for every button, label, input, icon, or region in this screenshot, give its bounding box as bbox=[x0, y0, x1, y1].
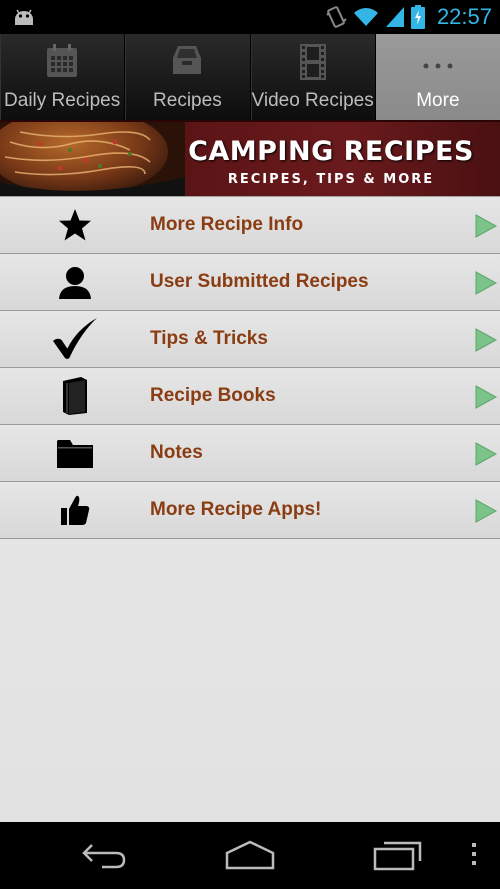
header-banner: CAMPING RECIPES RECIPES, TIPS & MORE bbox=[0, 120, 500, 198]
back-icon[interactable] bbox=[80, 839, 128, 871]
drawer-icon bbox=[173, 46, 202, 74]
menu-item-notes[interactable]: Notes bbox=[0, 425, 500, 482]
menu-item-label: Recipe Books bbox=[150, 385, 276, 406]
recent-apps-icon[interactable] bbox=[372, 839, 424, 871]
tab-recipes[interactable]: Recipes bbox=[125, 34, 251, 120]
tab-daily-recipes[interactable]: Daily Recipes bbox=[0, 34, 126, 120]
system-nav-bar bbox=[0, 822, 500, 889]
menu-item-user-submitted-recipes[interactable]: User Submitted Recipes bbox=[0, 254, 500, 311]
film-icon bbox=[299, 44, 326, 80]
menu-overflow-icon[interactable] bbox=[466, 839, 482, 871]
menu-item-label: Tips & Tricks bbox=[150, 328, 268, 349]
menu-item-label: User Submitted Recipes bbox=[150, 271, 369, 292]
clock: 22:57 bbox=[436, 4, 492, 29]
android-icon bbox=[15, 9, 33, 25]
thumbs-up-icon bbox=[52, 491, 98, 529]
menu-item-recipe-books[interactable]: Recipe Books bbox=[0, 368, 500, 425]
menu-item-more-recipe-apps[interactable]: More Recipe Apps! bbox=[0, 482, 500, 539]
banner-subtitle: RECIPES, TIPS & MORE bbox=[227, 172, 435, 187]
campfire-food-photo bbox=[0, 122, 185, 198]
signal-icon bbox=[385, 7, 404, 27]
home-icon[interactable] bbox=[224, 839, 276, 871]
tab-label: Daily Recipes bbox=[4, 90, 121, 111]
tab-label: Video Recipes bbox=[251, 90, 374, 111]
tab-label: Recipes bbox=[153, 90, 222, 111]
battery-icon bbox=[410, 5, 425, 29]
chevron-right-icon bbox=[475, 385, 497, 409]
tab-video-recipes[interactable]: Video Recipes bbox=[250, 34, 376, 120]
vibrate-icon bbox=[326, 6, 347, 28]
folder-icon bbox=[52, 434, 98, 472]
menu-item-label: Notes bbox=[150, 442, 203, 463]
status-bar: 22:57 bbox=[0, 0, 500, 34]
wifi-icon bbox=[353, 8, 378, 26]
menu-item-more-recipe-info[interactable]: More Recipe Info bbox=[0, 196, 500, 254]
chevron-right-icon bbox=[475, 442, 497, 466]
more-menu-list: More Recipe Info User Submitted Recipes … bbox=[0, 196, 500, 822]
calendar-icon bbox=[47, 44, 78, 77]
checkmark-icon bbox=[52, 317, 98, 359]
menu-item-tips-tricks[interactable]: Tips & Tricks bbox=[0, 311, 500, 368]
banner-title: CAMPING RECIPES bbox=[188, 136, 474, 167]
user-icon bbox=[52, 263, 98, 301]
menu-item-label: More Recipe Apps! bbox=[150, 499, 322, 520]
chevron-right-icon bbox=[475, 328, 497, 352]
menu-item-label: More Recipe Info bbox=[150, 214, 304, 235]
book-icon bbox=[52, 377, 98, 415]
tab-more[interactable]: More bbox=[375, 34, 500, 120]
more-dots-icon bbox=[423, 63, 453, 69]
chevron-right-icon bbox=[475, 271, 497, 295]
tab-label: More bbox=[416, 90, 460, 111]
chevron-right-icon bbox=[475, 214, 497, 238]
tab-bar: Daily Recipes Recipes Video Recipes More bbox=[0, 34, 500, 120]
star-icon bbox=[52, 206, 98, 244]
chevron-right-icon bbox=[475, 499, 497, 523]
